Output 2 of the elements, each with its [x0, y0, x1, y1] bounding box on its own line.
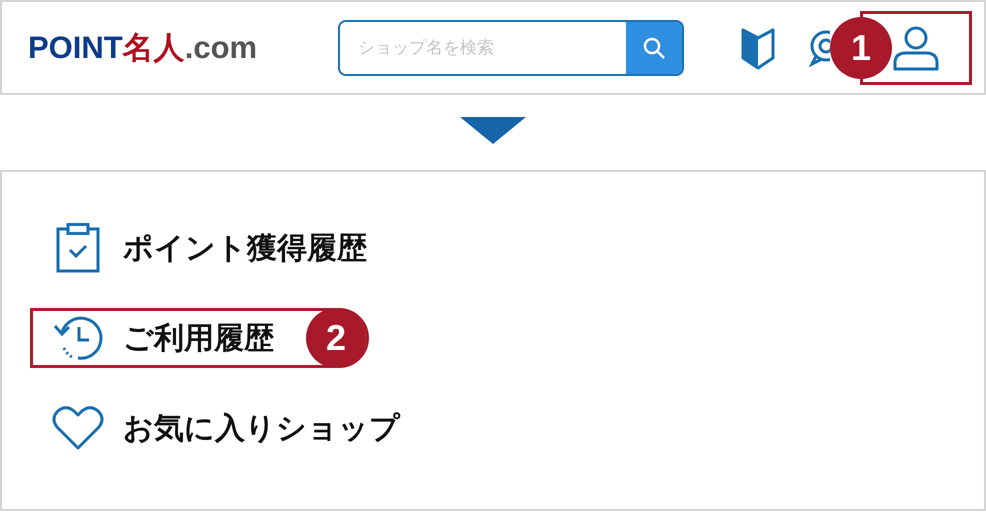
step-number: 2 [306, 308, 366, 368]
step-number: 1 [830, 16, 892, 78]
